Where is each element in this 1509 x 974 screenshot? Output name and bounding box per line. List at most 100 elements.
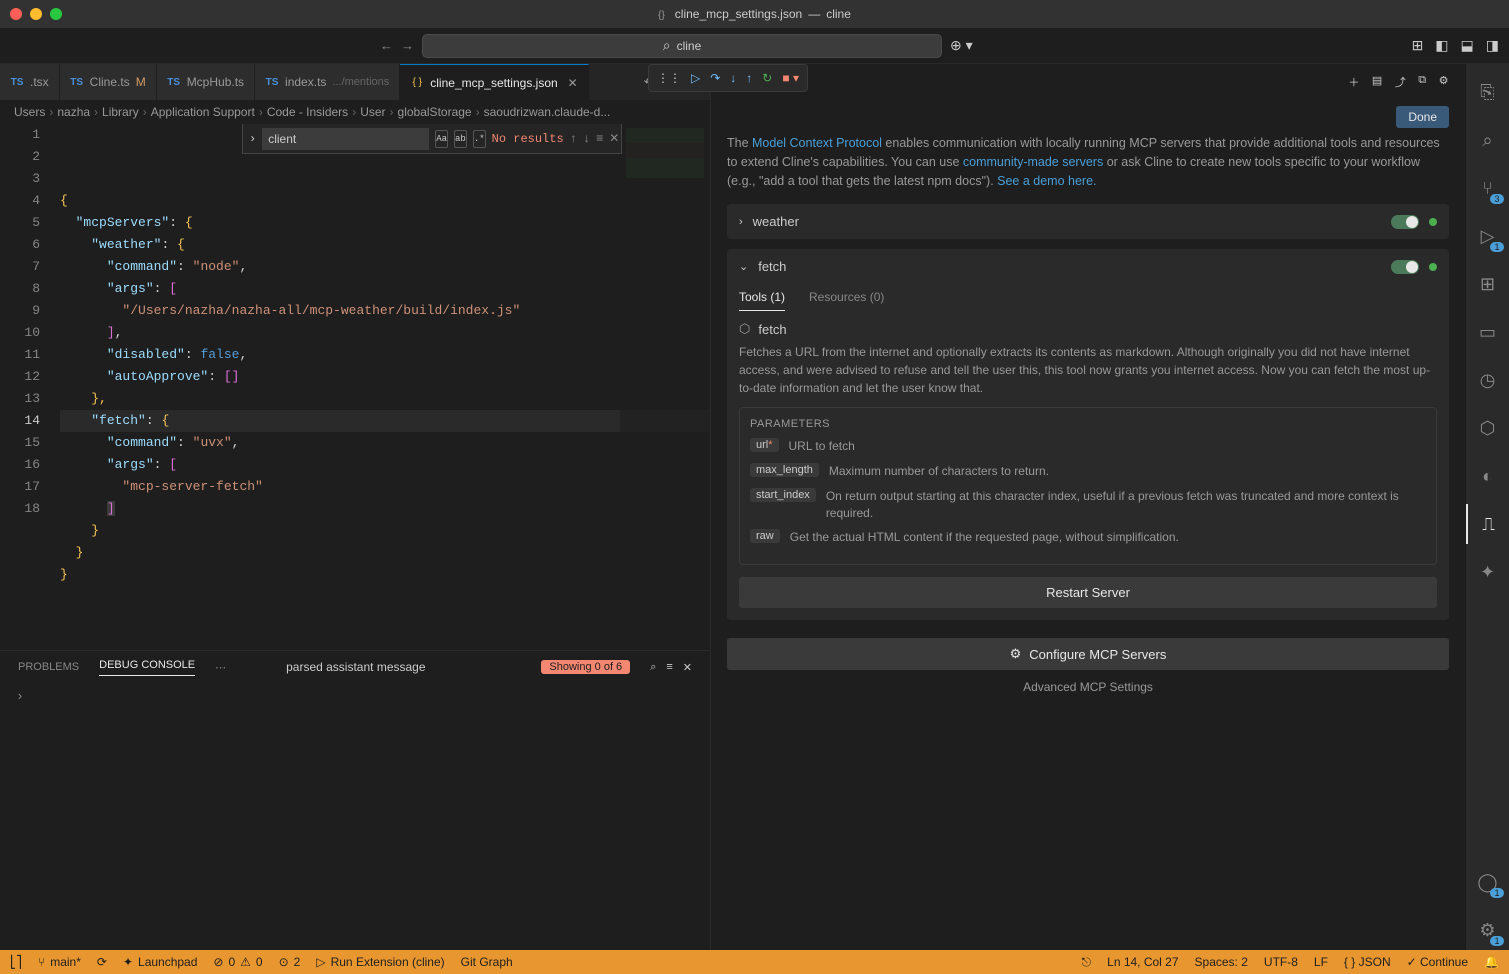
- sparkle-icon[interactable]: ✦: [1466, 552, 1509, 592]
- find-expand-icon[interactable]: ›: [249, 128, 256, 150]
- breadcrumb-segment[interactable]: saoudrizwan.claude-d...: [484, 105, 611, 119]
- debug-drag-icon[interactable]: ⋮⋮: [657, 71, 681, 85]
- settings-icon[interactable]: ⚙1: [1466, 910, 1509, 950]
- editor-tab[interactable]: TSindex.ts.../mentions: [255, 64, 400, 100]
- code-content[interactable]: { "mcpServers": { "weather": { "command"…: [60, 124, 710, 650]
- search-icon[interactable]: ⌕: [1466, 120, 1509, 160]
- editor-tab[interactable]: TSMcpHub.ts: [157, 64, 255, 100]
- cloud-icon[interactable]: ◐: [1466, 456, 1509, 496]
- panel-search-icon[interactable]: ⌕: [650, 661, 656, 674]
- cursor-position[interactable]: Ln 14, Col 27: [1107, 955, 1178, 970]
- find-regex-icon[interactable]: .*: [473, 130, 486, 148]
- panel-clear-icon[interactable]: ≡: [666, 661, 672, 674]
- sync-indicator[interactable]: ⟳: [97, 955, 107, 969]
- remote-indicator[interactable]: ⎣⎤: [10, 955, 22, 969]
- encoding[interactable]: UTF-8: [1264, 955, 1298, 970]
- debug-restart-icon[interactable]: ↻: [762, 71, 772, 85]
- problems-indicator[interactable]: ⊘ 0 ⚠ 0: [213, 955, 262, 969]
- panel-tab-debug-console[interactable]: DEBUG CONSOLE: [99, 659, 195, 676]
- tab-resources[interactable]: Resources (0): [809, 290, 884, 311]
- run-task[interactable]: ▷ Run Extension (cline): [316, 955, 444, 969]
- tab-close-icon[interactable]: ✕: [568, 76, 578, 90]
- debug-continue-icon[interactable]: ▷: [691, 71, 700, 85]
- launchpad[interactable]: ✦ Launchpad: [123, 955, 197, 969]
- panel-tab-problems[interactable]: PROBLEMS: [18, 661, 79, 673]
- panel-close-icon[interactable]: ✕: [683, 661, 692, 674]
- cline-list-icon[interactable]: ▤: [1372, 74, 1383, 90]
- cline-settings-icon[interactable]: ⚙: [1439, 74, 1449, 90]
- debug-icon[interactable]: ▷1: [1466, 216, 1509, 256]
- files-icon[interactable]: ⎘: [1466, 72, 1509, 112]
- debug-toolbar[interactable]: ⋮⋮ ▷ ↷ ↓ ↑ ↻ ■ ▾: [648, 64, 808, 92]
- breadcrumb-segment[interactable]: User: [360, 105, 385, 119]
- cline-add-icon[interactable]: ＋: [1348, 74, 1360, 90]
- mcp-link[interactable]: Model Context Protocol: [752, 136, 882, 150]
- server-toggle[interactable]: [1391, 215, 1419, 229]
- find-input[interactable]: [262, 128, 429, 150]
- panel-more-icon[interactable]: ⋯: [215, 661, 226, 674]
- testing-icon[interactable]: ⬡: [1466, 408, 1509, 448]
- minimize-window[interactable]: [30, 8, 42, 20]
- breadcrumb-segment[interactable]: Application Support: [151, 105, 255, 119]
- breadcrumb-segment[interactable]: nazha: [57, 105, 90, 119]
- breadcrumb-segment[interactable]: Code - Insiders: [267, 105, 348, 119]
- tab-tools[interactable]: Tools (1): [739, 290, 785, 311]
- server-header-fetch[interactable]: ⌄ fetch: [727, 249, 1449, 284]
- timeline-icon[interactable]: ◷: [1466, 360, 1509, 400]
- cline-export-icon[interactable]: ⤴: [1395, 74, 1407, 90]
- panel-filter-input[interactable]: [286, 660, 531, 674]
- server-toggle[interactable]: [1391, 260, 1419, 274]
- breadcrumb-segment[interactable]: globalStorage: [398, 105, 472, 119]
- cline-icon[interactable]: ⎍: [1466, 504, 1509, 544]
- debug-stop-icon[interactable]: ■ ▾: [782, 71, 799, 85]
- debug-step-into-icon[interactable]: ↓: [730, 71, 736, 85]
- layout-sidebar-right-icon[interactable]: ◨: [1486, 37, 1499, 54]
- find-prev-icon[interactable]: ↑: [570, 128, 577, 150]
- continue-indicator[interactable]: ✓ Continue: [1407, 955, 1468, 970]
- restart-server-button[interactable]: Restart Server: [739, 577, 1437, 608]
- ports-indicator[interactable]: ⊙ 2: [279, 955, 301, 969]
- find-selection-icon[interactable]: ≡: [596, 128, 603, 150]
- language-mode[interactable]: { } JSON: [1344, 955, 1391, 970]
- copilot-icon[interactable]: ⊕ ▾: [950, 37, 973, 54]
- advanced-settings-link[interactable]: Advanced MCP Settings: [727, 680, 1449, 694]
- notifications-icon[interactable]: 🔔: [1484, 955, 1499, 970]
- layout-panel-icon[interactable]: ⊞: [1412, 37, 1424, 54]
- done-button[interactable]: Done: [1396, 106, 1449, 128]
- debug-step-over-icon[interactable]: ↷: [710, 71, 720, 85]
- close-window[interactable]: [10, 8, 22, 20]
- breadcrumb-segment[interactable]: Library: [102, 105, 139, 119]
- extensions-icon[interactable]: ⊞: [1466, 264, 1509, 304]
- debug-step-out-icon[interactable]: ↑: [746, 71, 752, 85]
- source-control-icon[interactable]: ⑂3: [1466, 168, 1509, 208]
- nav-back[interactable]: ←: [380, 38, 393, 53]
- find-case-icon[interactable]: Aa: [435, 130, 448, 148]
- git-graph[interactable]: Git Graph: [461, 955, 513, 969]
- editor-tab[interactable]: TS.tsx: [0, 64, 60, 100]
- demo-link[interactable]: See a demo here.: [997, 174, 1096, 188]
- remote-icon[interactable]: ▭: [1466, 312, 1509, 352]
- layout-sidebar-left-icon[interactable]: ◧: [1435, 37, 1448, 54]
- account-icon[interactable]: ◯1: [1466, 862, 1509, 902]
- cline-popout-icon[interactable]: ⧉: [1418, 74, 1426, 90]
- find-close-icon[interactable]: ✕: [609, 128, 619, 150]
- breadcrumb[interactable]: Users›nazha›Library›Application Support›…: [0, 100, 710, 124]
- editor-body[interactable]: 123456789101112131415161718 { "mcpServer…: [0, 124, 710, 650]
- configure-mcp-button[interactable]: ⚙ Configure MCP Servers: [727, 638, 1449, 670]
- branch-indicator[interactable]: ⑂ main*: [38, 955, 81, 969]
- debug-console-prompt[interactable]: [0, 683, 710, 710]
- eol[interactable]: LF: [1314, 955, 1328, 970]
- find-word-icon[interactable]: ab: [454, 130, 467, 148]
- pin-indicator[interactable]: ⎋: [1082, 955, 1092, 970]
- editor-tab[interactable]: { }cline_mcp_settings.json✕: [400, 64, 588, 100]
- layout-bottom-icon[interactable]: ⬓: [1461, 37, 1474, 54]
- community-servers-link[interactable]: community-made servers: [963, 155, 1103, 169]
- server-header-weather[interactable]: › weather: [727, 204, 1449, 239]
- breadcrumb-segment[interactable]: Users: [14, 105, 45, 119]
- find-next-icon[interactable]: ↓: [583, 128, 590, 150]
- editor-tab[interactable]: TSCline.tsM: [60, 64, 157, 100]
- maximize-window[interactable]: [50, 8, 62, 20]
- indentation[interactable]: Spaces: 2: [1195, 955, 1248, 970]
- nav-forward[interactable]: →: [401, 38, 414, 53]
- command-center[interactable]: cline: [422, 34, 942, 58]
